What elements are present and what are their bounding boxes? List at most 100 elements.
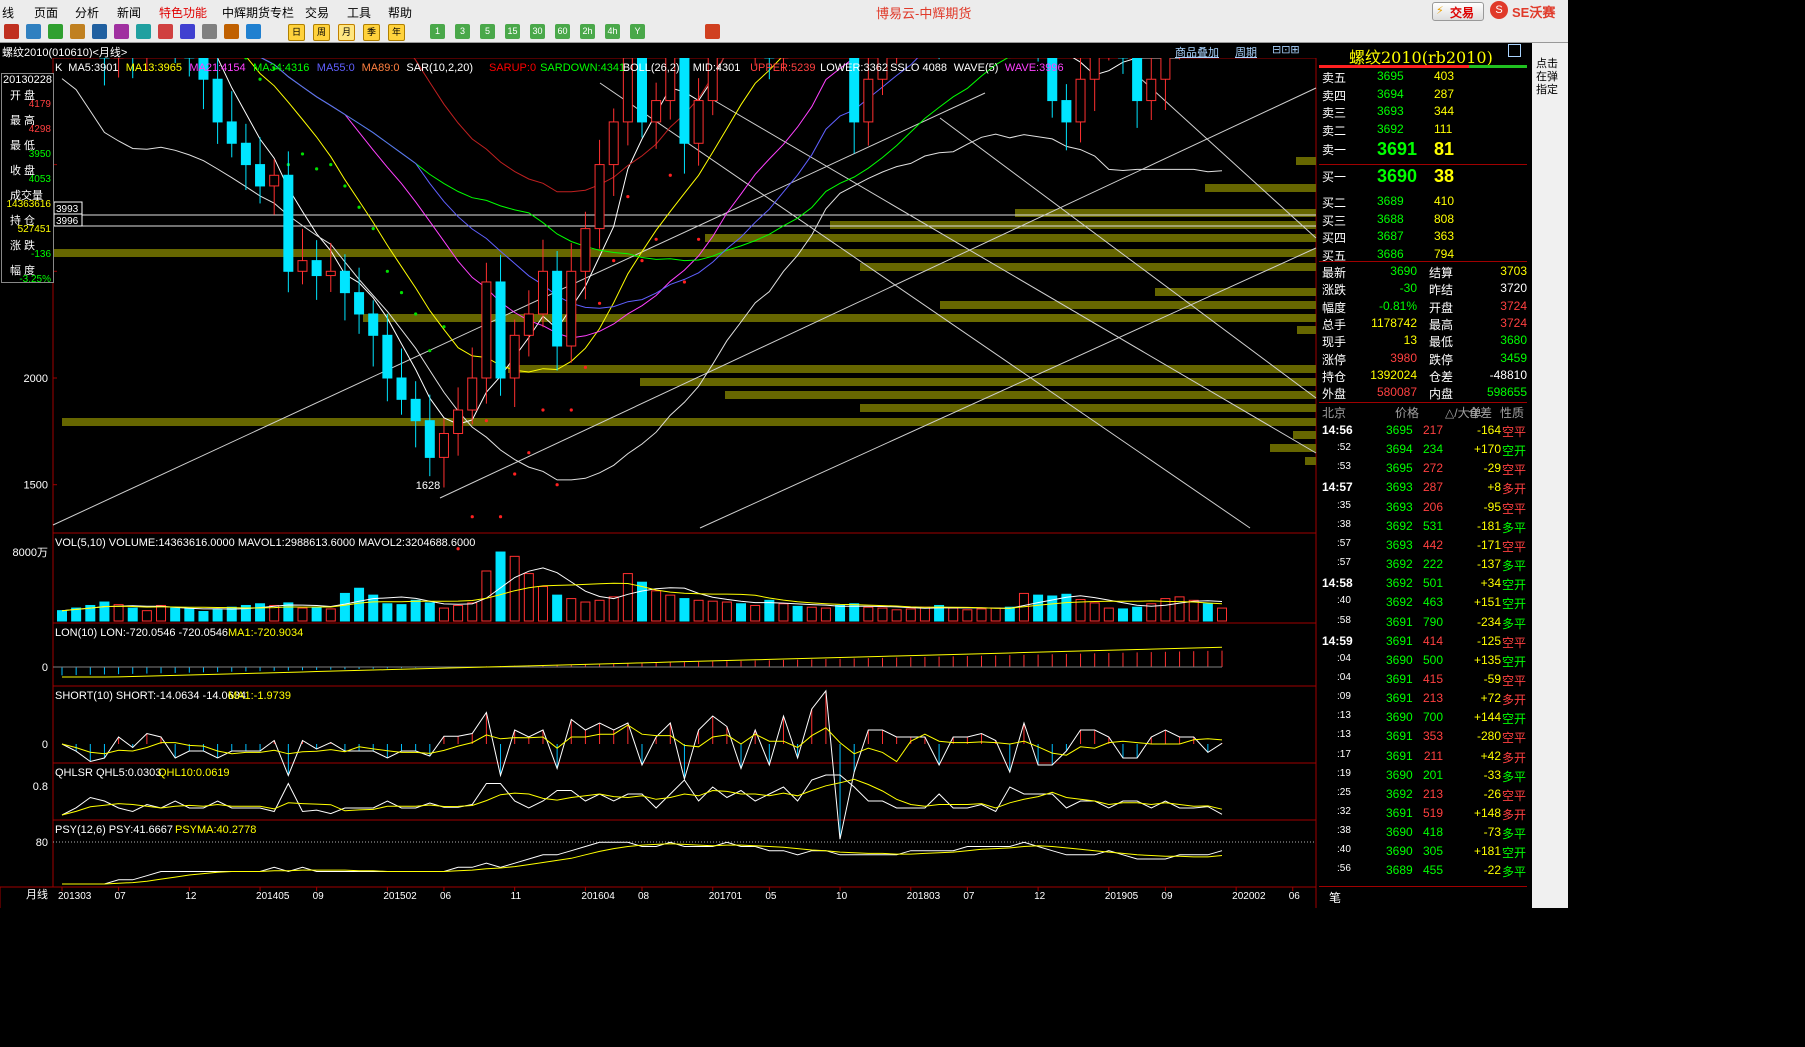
volume-profile-bar: [1270, 444, 1316, 452]
date-tick-label: 05: [765, 891, 777, 902]
menu-help[interactable]: 帮助: [388, 4, 412, 21]
stat-label: 昨结: [1429, 283, 1454, 298]
period-button[interactable]: 月: [338, 24, 355, 41]
tick-time: :13: [1337, 710, 1351, 722]
toolbar-tool-icon[interactable]: [92, 24, 107, 39]
trade-button[interactable]: ⚡ 交易: [1432, 2, 1484, 21]
tick-volume: 201: [1422, 767, 1443, 782]
quote-divider: [1319, 402, 1527, 403]
interval-button[interactable]: Y: [630, 24, 645, 39]
menu-news[interactable]: 新闻: [117, 4, 141, 21]
stat-label: 持仓: [1322, 369, 1347, 384]
interval-button[interactable]: 4h: [605, 24, 620, 39]
tick-time: :40: [1337, 844, 1351, 856]
menu-line[interactable]: 线: [2, 4, 14, 21]
menu-trade[interactable]: 交易: [305, 4, 329, 21]
bid-price: 3686: [1377, 246, 1404, 261]
volume-bar: [1075, 598, 1086, 622]
toolbar-tool-icon[interactable]: [136, 24, 151, 39]
tick-nature: 多平: [1502, 616, 1527, 631]
volume-bar: [707, 600, 718, 622]
stat-label: 总手: [1322, 317, 1347, 332]
toolbar-tool-icon[interactable]: [224, 24, 239, 39]
volume-bar: [396, 604, 407, 622]
menu-page[interactable]: 页面: [34, 4, 58, 21]
ma-legend-item: UPPER:5239: [750, 62, 815, 74]
interval-button[interactable]: 15: [505, 24, 520, 39]
candle-body: [325, 270, 336, 277]
candle-body: [382, 334, 393, 379]
ma-legend-item: SSLO 4088: [890, 62, 947, 74]
tick-oi-change: +148: [1473, 806, 1501, 820]
sar-dot: [583, 365, 588, 369]
quote-toggle-icon[interactable]: [1508, 44, 1521, 57]
tick-oi-change: +181: [1473, 844, 1501, 859]
volume-bar: [835, 604, 846, 622]
toolbar-tool-icon[interactable]: [158, 24, 173, 39]
candle-body: [651, 100, 662, 123]
volume-bar: [1188, 599, 1199, 622]
interval-button[interactable]: 1: [430, 24, 445, 39]
stat-label: 现手: [1322, 335, 1347, 350]
period-button[interactable]: 日: [288, 24, 305, 41]
candle-body: [594, 164, 605, 230]
interval-button[interactable]: 3: [455, 24, 470, 39]
date-tick-label: 07: [115, 891, 127, 902]
quote-divider: [1319, 261, 1527, 262]
toolbar-tool-icon[interactable]: [26, 24, 41, 39]
period-button[interactable]: 季: [363, 24, 380, 41]
sar-dot: [682, 280, 687, 284]
volume-bar: [1132, 606, 1143, 622]
interval-button[interactable]: 2h: [580, 24, 595, 39]
menu-zhonghui[interactable]: 中辉期货专栏: [222, 4, 294, 21]
date-tick-label: 201905: [1105, 891, 1139, 902]
toolbar-tool-icon[interactable]: [246, 24, 261, 39]
interval-button[interactable]: 5: [480, 24, 495, 39]
candle-body: [453, 409, 464, 434]
bid-level-label: 买三: [1322, 213, 1347, 228]
lon-ma-label: MA1:-720.9034: [228, 627, 303, 639]
period-button[interactable]: 周: [313, 24, 330, 41]
info-value: 527451: [17, 224, 51, 235]
layout-icons[interactable]: ⊟⊡⊞: [1272, 43, 1300, 56]
tick-nature: 多平: [1502, 520, 1527, 535]
sar-dot: [244, 58, 248, 60]
qhlsr-ma-label: QHL10:0.0619: [158, 767, 230, 779]
tick-oi-change: -280: [1476, 729, 1501, 744]
ma-legend-item: MA89:0: [362, 62, 400, 74]
tick-price: 3691: [1386, 691, 1413, 706]
tick-price: 3693: [1386, 499, 1413, 514]
toolbar-tool-icon[interactable]: [114, 24, 129, 39]
interval-button[interactable]: 30: [530, 24, 545, 39]
print-icon[interactable]: [705, 24, 720, 39]
volume-bar: [156, 604, 167, 622]
menu-analysis[interactable]: 分析: [75, 4, 99, 21]
quote-panel: 螺纹2010(rb2010) 卖五 3695 403 卖四 3694 287 卖三 3693 34…: [1319, 43, 1529, 908]
toolbar-tool-icon[interactable]: [202, 24, 217, 39]
kline-chart[interactable]: 30002500200015003993399649601628KMA5:390…: [0, 58, 1318, 908]
volume-bar: [665, 594, 676, 622]
period-button[interactable]: 年: [388, 24, 405, 41]
toolbar-tool-icon[interactable]: [48, 24, 63, 39]
ma-legend-item: BOLL(26,2): [623, 62, 680, 74]
tick-time: :09: [1337, 691, 1351, 703]
interval-button[interactable]: 60: [555, 24, 570, 39]
sar-dot: [527, 451, 531, 455]
trade-button-label: 交易: [1450, 6, 1475, 20]
tick-volume: 206: [1422, 499, 1443, 514]
tick-oi-change: -125: [1476, 633, 1501, 648]
menu-tools[interactable]: 工具: [347, 4, 371, 21]
volume-bar: [113, 604, 124, 622]
volume-bar: [297, 607, 308, 622]
lon-axis-label: 0: [42, 662, 48, 674]
toolbar-tool-icon[interactable]: [70, 24, 85, 39]
tick-footer-tab[interactable]: 笔: [1329, 889, 1341, 906]
sar-dot: [258, 77, 262, 81]
date-tick-label: 09: [313, 891, 325, 902]
menu-special[interactable]: 特色功能: [159, 4, 207, 21]
toolbar-tool-icon[interactable]: [180, 24, 195, 39]
ma-legend-item: MA55:0: [317, 62, 355, 74]
toolbar-tool-icon[interactable]: [4, 24, 19, 39]
date-tick-label: 12: [1034, 891, 1046, 902]
ma-legend-item: LOWER:3362: [820, 62, 888, 74]
